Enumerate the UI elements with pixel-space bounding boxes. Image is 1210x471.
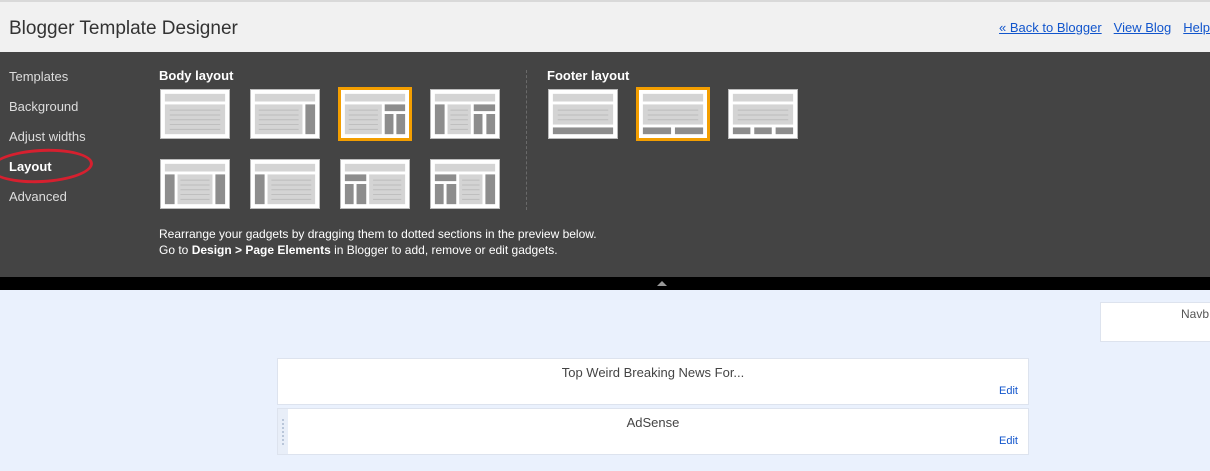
nav-item-advanced[interactable]: Advanced bbox=[9, 189, 86, 219]
header-links: « Back to Blogger View Blog Help bbox=[987, 20, 1210, 35]
nav-item-background[interactable]: Background bbox=[9, 99, 86, 129]
navbar-label: Navb bbox=[1181, 307, 1210, 321]
gadget-edit-link[interactable]: Edit bbox=[999, 435, 1018, 447]
gadget-title: AdSense bbox=[626, 415, 680, 430]
footer-layout-title: Footer layout bbox=[547, 68, 630, 83]
body-layout-title: Body layout bbox=[159, 68, 234, 83]
collapse-arrow-icon[interactable] bbox=[657, 281, 667, 286]
gadget-edit-link[interactable]: Edit bbox=[999, 385, 1018, 397]
body-layout-option[interactable] bbox=[340, 159, 410, 209]
footer-layout-option[interactable] bbox=[728, 89, 798, 139]
nav-item-adjust-widths[interactable]: Adjust widths bbox=[9, 129, 86, 159]
navbar-gadget[interactable]: Navb bbox=[1100, 302, 1210, 342]
instructions-line-1: Rearrange your gadgets by dragging them … bbox=[159, 227, 597, 241]
footer-layout-option-selected[interactable] bbox=[636, 87, 710, 141]
help-link[interactable]: Help bbox=[1183, 20, 1210, 35]
instructions-suffix: in Blogger to add, remove or edit gadget… bbox=[330, 243, 558, 257]
gadget-adsense[interactable]: AdSense Edit bbox=[277, 408, 1029, 455]
instructions-prefix: Go to bbox=[159, 243, 192, 257]
body-layout-option[interactable] bbox=[430, 159, 500, 209]
body-layout-option[interactable] bbox=[250, 89, 320, 139]
instructions-path: Design > Page Elements bbox=[191, 243, 331, 257]
nav-item-templates[interactable]: Templates bbox=[9, 69, 86, 99]
view-blog-link[interactable]: View Blog bbox=[1114, 20, 1172, 35]
body-layout-option-selected[interactable] bbox=[338, 87, 412, 141]
nav-item-layout[interactable]: Layout bbox=[9, 159, 86, 189]
gadget-top-weird-news[interactable]: Top Weird Breaking News For... Edit bbox=[277, 358, 1029, 405]
body-layout-option[interactable] bbox=[160, 159, 230, 209]
header: Blogger Template Designer « Back to Blog… bbox=[0, 0, 1210, 52]
panel-collapse-bar[interactable] bbox=[0, 277, 1210, 290]
back-to-blogger-link[interactable]: « Back to Blogger bbox=[999, 20, 1102, 35]
body-layout-option[interactable] bbox=[430, 89, 500, 139]
gadget-title: Top Weird Breaking News For... bbox=[561, 365, 745, 380]
designer-nav: Templates Background Adjust widths Layou… bbox=[9, 69, 86, 219]
designer-panel: Templates Background Adjust widths Layou… bbox=[0, 52, 1210, 277]
footer-layout-option[interactable] bbox=[548, 89, 618, 139]
instructions-line-2: Go to Design > Page Elements in Blogger … bbox=[159, 242, 597, 258]
app-title: Blogger Template Designer bbox=[9, 18, 238, 39]
body-layout-option[interactable] bbox=[250, 159, 320, 209]
layout-instructions: Rearrange your gadgets by dragging them … bbox=[159, 226, 597, 258]
section-divider bbox=[526, 70, 527, 210]
body-layout-option[interactable] bbox=[160, 89, 230, 139]
